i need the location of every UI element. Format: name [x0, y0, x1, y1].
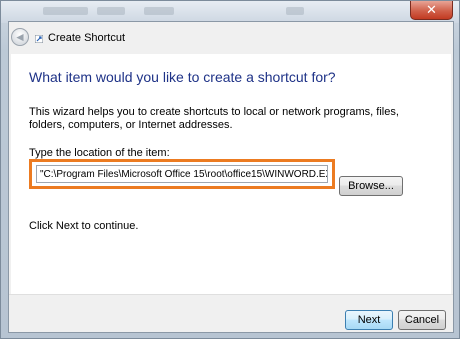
close-button[interactable]: ✕ [410, 1, 453, 20]
next-button[interactable]: Next [345, 310, 393, 330]
wizard-footer: Next Cancel [9, 294, 453, 332]
back-button[interactable]: ◄ [11, 28, 29, 46]
location-label: Type the location of the item: [29, 147, 170, 159]
wizard-page: What item would you like to create a sho… [11, 54, 451, 294]
background-title-blur [144, 7, 174, 15]
dialog-title: Create Shortcut [48, 32, 126, 44]
title-bar[interactable]: ✕ [1, 1, 459, 23]
browse-button[interactable]: Browse... [339, 176, 403, 196]
dialog-content: ◄ Create Shortcut What item would you li… [8, 21, 454, 333]
continue-hint: Click Next to continue. [29, 220, 139, 232]
close-icon: ✕ [426, 2, 437, 17]
page-heading: What item would you like to create a sho… [29, 69, 336, 85]
cancel-button[interactable]: Cancel [398, 310, 446, 330]
background-title-blur [97, 7, 125, 15]
location-highlight-box [29, 159, 335, 189]
page-description: This wizard helps you to create shortcut… [29, 106, 399, 131]
background-title-blur [286, 7, 304, 15]
wizard-header: ◄ Create Shortcut [9, 22, 453, 52]
location-input[interactable] [36, 165, 328, 183]
shortcut-icon [35, 35, 43, 43]
back-arrow-icon: ◄ [14, 30, 26, 44]
footer-divider [9, 294, 453, 295]
background-title-blur [43, 7, 88, 15]
dialog-window: ✕ ◄ Create Shortcut What item would you … [0, 0, 460, 339]
